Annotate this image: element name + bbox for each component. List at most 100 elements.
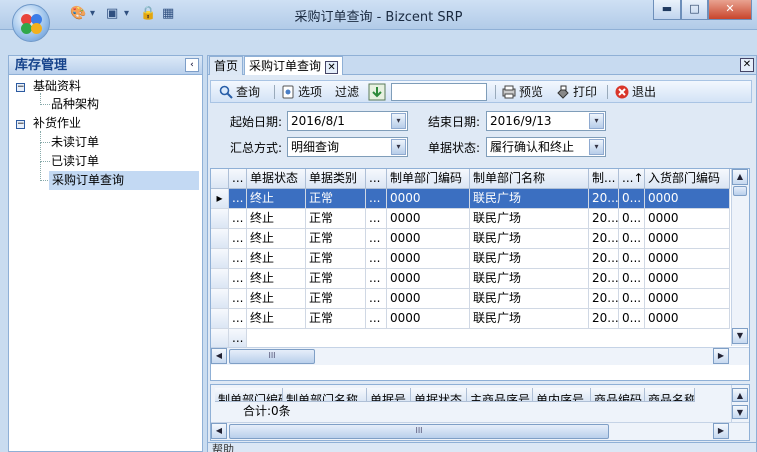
table-cell[interactable]: 联民广场 [470,229,589,249]
scroll-thumb[interactable] [733,186,747,196]
start-date-picker[interactable]: 2016/8/1 ▾ [287,111,408,131]
table-cell[interactable]: ... [229,289,247,309]
table-cell[interactable]: ... [229,209,247,229]
table-cell[interactable]: 0000 [387,229,470,249]
minimize-button[interactable]: ▬ [653,0,681,20]
column-header[interactable]: 制单部门编码 [215,388,283,402]
table-cell[interactable]: 0000 [387,309,470,329]
table-cell[interactable]: 0... [619,269,645,289]
table-cell[interactable]: 终止 [247,249,306,269]
table-cell[interactable]: ... [229,249,247,269]
table-cell[interactable]: 联民广场 [470,189,589,209]
table-cell[interactable]: 0... [619,209,645,229]
scroll-down-icon[interactable]: ▼ [732,405,748,419]
scroll-right-icon[interactable]: ▶ [713,348,729,364]
table-cell[interactable]: 联民广场 [470,269,589,289]
table-cell[interactable]: 终止 [247,309,306,329]
table-cell[interactable]: ... [229,309,247,329]
app-orb-icon[interactable] [12,4,50,42]
chevron-down-icon[interactable]: ▾ [391,139,406,155]
sidebar-collapse-button[interactable]: ‹ [185,58,199,72]
preview-button[interactable]: 预览 [502,83,543,101]
table-cell[interactable]: 终止 [247,229,306,249]
chevron-down-icon[interactable]: ▾ [391,113,406,129]
table-cell[interactable]: 终止 [247,269,306,289]
table-cell[interactable]: 20... [589,289,619,309]
order-grid[interactable]: ... 单据状态 单据类别 ... 制单部门编码 制单部门名称 制... ...… [210,168,750,381]
table-cell[interactable]: 正常 [306,269,366,289]
column-header[interactable]: ... [229,169,247,189]
table-cell[interactable]: 正常 [306,209,366,229]
row-header[interactable] [211,269,229,289]
column-header[interactable]: 单据类别 [306,169,366,189]
grid-footer-cell[interactable]: ... [229,329,247,349]
row-header[interactable] [211,229,229,249]
row-header[interactable] [211,309,229,329]
table-cell[interactable]: 正常 [306,249,366,269]
table-cell[interactable]: 0000 [645,309,730,329]
table-row[interactable]: ... 终止 正常... 0000 联民广场 20... 0... 0000 [211,229,730,249]
column-header[interactable]: 制... [589,169,619,189]
table-cell[interactable]: 联民广场 [470,309,589,329]
column-header[interactable]: ... [366,169,387,189]
chevron-down-icon[interactable]: ▾ [589,113,604,129]
table-row[interactable]: ... 终止 正常... 0000 联民广场 20... 0... 0000 [211,289,730,309]
detail-grid[interactable]: 制单部门编码 制单部门名称 单据号 单据状态 主商品序号 单内序号 商品编码 商品名称 合计:… [210,384,750,441]
table-cell[interactable]: 0000 [387,269,470,289]
chevron-down-icon[interactable]: ▾ [589,139,604,155]
table-cell[interactable]: ... [366,229,387,249]
scroll-thumb[interactable]: III [229,424,609,439]
table-cell[interactable]: 0000 [387,289,470,309]
table-cell[interactable]: 20... [589,189,619,209]
column-header[interactable]: 商品名称 [645,388,695,402]
column-header[interactable]: 制单部门名称 [470,169,589,189]
row-header[interactable] [211,249,229,269]
scroll-thumb[interactable]: III [229,349,315,364]
tree-node-category-structure[interactable]: 品种架构 [51,95,99,114]
table-cell[interactable]: ... [366,189,387,209]
print-button[interactable]: 打印 [556,83,597,101]
table-cell[interactable]: 0000 [645,189,730,209]
column-header[interactable]: 单据号 [367,388,411,402]
filter-input[interactable] [391,83,487,101]
table-cell[interactable]: ... [229,229,247,249]
grid-vertical-scrollbar[interactable]: ▲ ▼ [731,169,749,346]
table-cell[interactable]: 20... [589,309,619,329]
table-cell[interactable]: 0... [619,229,645,249]
table-cell[interactable]: ... [366,209,387,229]
table-cell[interactable]: 终止 [247,289,306,309]
query-button[interactable]: 查询 [219,83,260,101]
table-cell[interactable]: 联民广场 [470,289,589,309]
column-header[interactable]: 商品编码 [591,388,645,402]
table-cell[interactable]: ... [366,309,387,329]
table-cell[interactable]: 0... [619,289,645,309]
table-cell[interactable]: 0000 [645,209,730,229]
column-header[interactable]: 单据状态 [247,169,306,189]
filter-button[interactable]: 过滤 [335,83,359,101]
table-cell[interactable]: 终止 [247,189,306,209]
filter-apply-icon[interactable] [368,83,386,101]
table-cell[interactable]: 终止 [247,209,306,229]
panel-close-icon[interactable]: ✕ [740,58,754,72]
close-button[interactable]: ✕ [708,0,752,20]
tree-node-read-orders[interactable]: 已读订单 [51,152,99,171]
table-cell[interactable]: 0... [619,249,645,269]
column-header[interactable]: 入货部门编码 [645,169,730,189]
scroll-left-icon[interactable]: ◀ [211,348,227,364]
table-cell[interactable]: 0000 [387,209,470,229]
tab-purchase-order-query[interactable]: 采购订单查询 ✕ [244,56,344,75]
table-cell[interactable]: 0... [619,189,645,209]
detail-horizontal-scrollbar[interactable]: ◀ III ▶ [211,422,749,440]
document-status-select[interactable]: 履行确认和终止 ▾ [486,137,606,157]
expander-icon[interactable]: − [16,83,25,92]
table-cell[interactable]: 0... [619,309,645,329]
table-row[interactable]: ... 终止 正常... 0000 联民广场 20... 0... 0000 [211,269,730,289]
table-row[interactable]: ▸... 终止 正常... 0000 联民广场 20... 0... 0000 [211,189,730,209]
detail-vertical-scrollbar[interactable]: ▲ ▼ [731,385,749,422]
grid-horizontal-scrollbar[interactable]: ◀ III ▶ [211,347,749,365]
row-header[interactable] [211,209,229,229]
table-cell[interactable]: 0000 [387,249,470,269]
table-cell[interactable]: 20... [589,209,619,229]
table-cell[interactable]: ... [229,269,247,289]
expander-icon[interactable]: − [16,120,25,129]
